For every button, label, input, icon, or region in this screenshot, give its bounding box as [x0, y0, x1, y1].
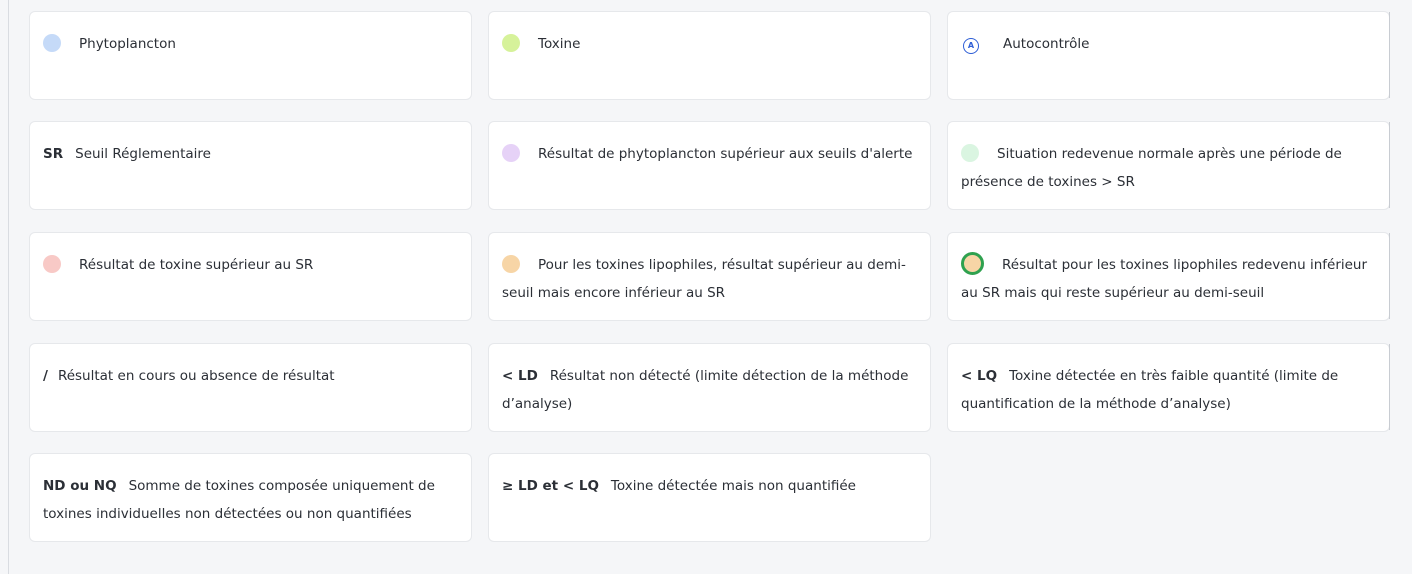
- legend-card-normal-again: Situation redevenue normale après une pé…: [947, 121, 1390, 210]
- legend-tag: ND ou NQ: [43, 478, 117, 494]
- card-edge-divider: [1389, 122, 1390, 208]
- normal-again-dot-icon: [961, 144, 979, 162]
- legend-card-toxine: Toxine: [488, 11, 931, 100]
- legend-tag: /: [43, 368, 48, 384]
- legend-label: Autocontrôle: [1003, 36, 1090, 52]
- toxin-above-sr-dot-icon: [43, 255, 61, 273]
- legend-label: Toxine détectée en très faible quantité …: [961, 368, 1339, 412]
- legend-label: Pour les toxines lipophiles, résultat su…: [502, 257, 906, 301]
- legend-label: Toxine: [538, 36, 581, 52]
- legend-card-nd-nq: ND ou NQ Somme de toxines composée unique…: [29, 453, 472, 542]
- left-divider: [8, 0, 9, 574]
- legend-card-phytoplancton: Phytoplancton: [29, 11, 472, 100]
- card-edge-divider: [1389, 233, 1390, 319]
- legend-card-in-progress: / Résultat en cours ou absence de résulta…: [29, 343, 472, 432]
- legend-card-ld-lq: ≥ LD et < LQ Toxine détectée mais non qua…: [488, 453, 931, 542]
- circled-a-icon: A: [963, 38, 979, 54]
- phytoplancton-dot-icon: [43, 34, 61, 52]
- card-edge-divider: [1389, 12, 1390, 98]
- legend-card-autocontrole: A Autocontrôle: [947, 11, 1390, 100]
- legend-label: Seuil Réglementaire: [75, 146, 211, 162]
- legend-label: Résultat de toxine supérieur au SR: [79, 257, 314, 273]
- legend-tag: < LQ: [961, 368, 998, 384]
- legend-card-lipophile-half: Pour les toxines lipophiles, résultat su…: [488, 232, 931, 321]
- legend-label: Résultat en cours ou absence de résultat: [57, 368, 335, 384]
- legend-label: Résultat non détecté (limite détection d…: [502, 368, 909, 412]
- legend-label: Résultat pour les toxines lipophiles red…: [961, 257, 1368, 301]
- legend-label: Toxine détectée mais non quantifiée: [610, 478, 856, 494]
- legend-card-phyto-alert: Résultat de phytoplancton supérieur aux …: [488, 121, 931, 210]
- lipophile-back-ring-dot-icon: [961, 252, 984, 275]
- legend-tag: SR: [43, 146, 64, 162]
- legend-card-toxin-above-sr: Résultat de toxine supérieur au SR: [29, 232, 472, 321]
- legend-card-ld: < LD Résultat non détecté (limite détecti…: [488, 343, 931, 432]
- legend-tag: ≥ LD et < LQ: [502, 478, 599, 494]
- legend-label: Phytoplancton: [79, 36, 176, 52]
- legend-label: Résultat de phytoplancton supérieur aux …: [538, 146, 913, 162]
- toxine-dot-icon: [502, 34, 520, 52]
- legend-label: Situation redevenue normale après une pé…: [961, 146, 1342, 190]
- lipophile-half-dot-icon: [502, 255, 520, 273]
- legend-card-lipophile-back: Résultat pour les toxines lipophiles red…: [947, 232, 1390, 321]
- legend-tag: < LD: [502, 368, 538, 384]
- card-edge-divider: [1389, 344, 1390, 430]
- legend-card-lq: < LQ Toxine détectée en très faible quant…: [947, 343, 1390, 432]
- phyto-alert-dot-icon: [502, 144, 520, 162]
- legend-card-sr: SR Seuil Réglementaire: [29, 121, 472, 210]
